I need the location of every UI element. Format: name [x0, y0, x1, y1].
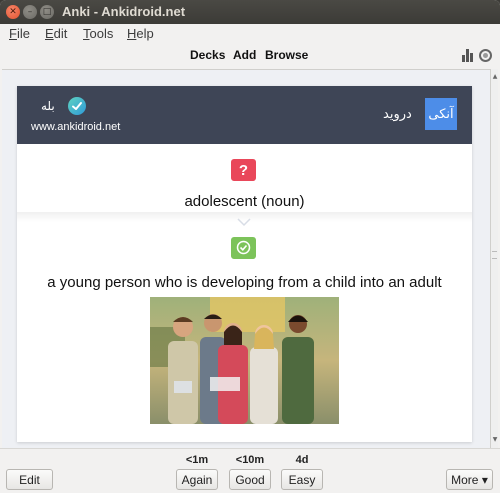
- menu-bar: File Edit Tools Help: [0, 24, 500, 44]
- close-window-button[interactable]: ✕: [6, 5, 20, 19]
- anki-window: ✕ – □ Anki - Ankidroid.net File Edit Too…: [0, 0, 500, 493]
- title-bar: ✕ – □ Anki - Ankidroid.net: [0, 0, 500, 24]
- site-url: www.ankidroid.net: [31, 121, 121, 133]
- sync-icon[interactable]: [479, 49, 492, 62]
- verified-check-icon: [68, 97, 86, 115]
- answer-check-icon: [231, 237, 256, 259]
- scroll-grip[interactable]: [492, 251, 497, 259]
- menu-edit[interactable]: Edit: [45, 26, 67, 41]
- review-webview: آنکی درويد بله www.ankidroid.net ? adole…: [2, 69, 490, 448]
- good-interval: <10m: [235, 454, 265, 466]
- flashcard: آنکی درويد بله www.ankidroid.net ? adole…: [17, 86, 472, 442]
- question-text: adolescent (noun): [184, 193, 305, 210]
- ankidroid-logo-tile: آنکی: [425, 98, 457, 130]
- window-title: Anki - Ankidroid.net: [62, 4, 186, 19]
- add-link[interactable]: Add: [233, 48, 256, 62]
- card-header-banner: آنکی درويد بله www.ankidroid.net: [17, 86, 472, 144]
- chevron-down-icon: [237, 218, 251, 227]
- again-interval: <1m: [185, 454, 209, 466]
- easy-interval: 4d: [295, 454, 309, 466]
- decks-link[interactable]: Decks: [190, 48, 225, 62]
- top-toolbar: Decks Add Browse: [0, 44, 500, 68]
- minimize-window-button[interactable]: –: [23, 5, 37, 19]
- easy-button[interactable]: Easy: [281, 469, 323, 490]
- edit-button[interactable]: Edit: [6, 469, 53, 490]
- brand-name-text: درويد: [383, 107, 412, 122]
- scroll-down-arrow-icon[interactable]: ▼: [491, 436, 499, 443]
- menu-tools[interactable]: Tools: [83, 26, 113, 41]
- yes-text: بله: [41, 99, 55, 113]
- again-button[interactable]: Again: [176, 469, 218, 490]
- maximize-window-button[interactable]: □: [40, 5, 54, 19]
- more-button[interactable]: More ▾: [446, 469, 493, 490]
- teenagers-photo: [150, 297, 339, 424]
- answer-text: a young person who is developing from a …: [47, 274, 442, 291]
- menu-help[interactable]: Help: [127, 26, 154, 41]
- vertical-scrollbar[interactable]: ▲ ▼: [490, 69, 498, 448]
- menu-file[interactable]: File: [9, 26, 30, 41]
- question-mark-icon: ?: [231, 159, 256, 181]
- bar-chart-icon[interactable]: [462, 49, 476, 62]
- scroll-up-arrow-icon[interactable]: ▲: [491, 73, 499, 80]
- good-button[interactable]: Good: [229, 469, 271, 490]
- browse-link[interactable]: Browse: [265, 48, 308, 62]
- bottom-answer-bar: Edit <1m Again <10m Good 4d Easy More ▾: [0, 448, 500, 493]
